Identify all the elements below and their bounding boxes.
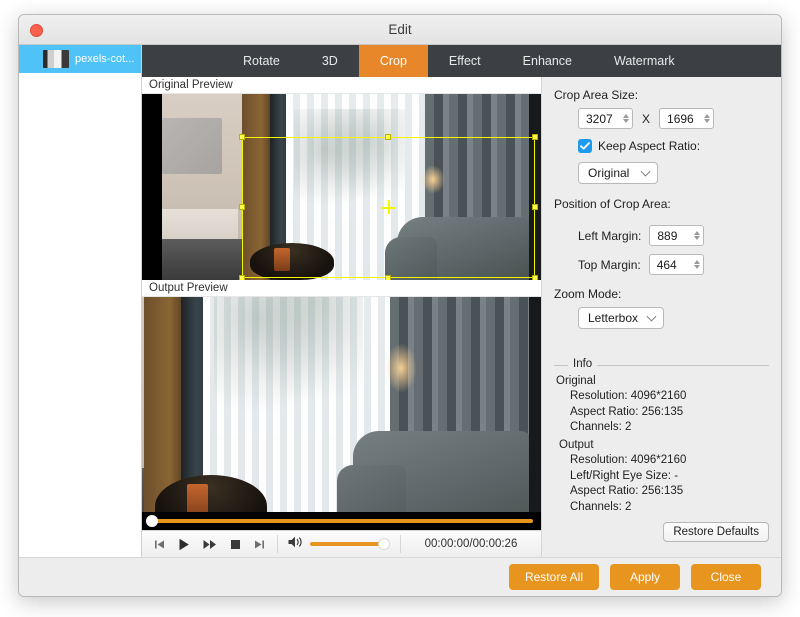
volume-control xyxy=(278,535,400,553)
crop-height-spinner[interactable] xyxy=(704,114,711,123)
top-margin-row: Top Margin: 464 xyxy=(578,254,769,275)
keep-aspect-ratio-row: Keep Aspect Ratio: xyxy=(578,139,769,153)
info-output-resolution: Resolution: 4096*2160 xyxy=(570,454,687,466)
preview-column: Original Preview Output Preview 00:00:00… xyxy=(142,77,542,557)
fast-forward-icon[interactable] xyxy=(203,539,217,550)
size-separator-label: X xyxy=(642,111,651,126)
stop-icon[interactable] xyxy=(230,539,241,550)
info-original-title: Original xyxy=(556,374,596,387)
crop-width-stepper[interactable]: 3207 xyxy=(578,108,633,129)
restore-all-button[interactable]: Restore All xyxy=(508,564,599,590)
volume-slider[interactable] xyxy=(310,538,390,550)
edit-tabbar: Rotate 3D Crop Effect Enhance Watermark xyxy=(142,45,781,77)
apply-button[interactable]: Apply xyxy=(610,564,680,590)
aspect-ratio-select[interactable]: Original xyxy=(578,162,658,184)
keep-aspect-ratio-checkbox[interactable] xyxy=(578,139,592,153)
tab-rotate[interactable]: Rotate xyxy=(222,45,301,77)
top-margin-stepper[interactable]: 464 xyxy=(648,254,704,275)
crop-width-value[interactable]: 3207 xyxy=(586,112,618,126)
skip-to-start-icon[interactable] xyxy=(154,539,165,550)
top-margin-spinner[interactable] xyxy=(693,260,700,269)
window-title: Edit xyxy=(388,22,412,37)
window-body: pexels-cot... Rotate 3D Crop Effect Enha… xyxy=(19,45,781,557)
time-display: 00:00:00/00:00:26 xyxy=(401,538,541,550)
main-area: Rotate 3D Crop Effect Enhance Watermark … xyxy=(142,45,781,557)
seek-bar[interactable] xyxy=(142,512,541,530)
crop-area-size-label: Crop Area Size: xyxy=(554,88,639,102)
position-of-crop-area-label: Position of Crop Area: xyxy=(554,197,671,211)
info-original-aspect-ratio: Aspect Ratio: 256:135 xyxy=(570,405,684,418)
info-output-title: Output xyxy=(559,438,594,451)
restore-defaults-row: Restore Defaults xyxy=(554,522,769,542)
seek-knob[interactable] xyxy=(146,515,158,527)
original-preview-image xyxy=(142,94,541,280)
left-margin-value[interactable]: 889 xyxy=(657,229,689,243)
volume-icon[interactable] xyxy=(288,535,303,553)
list-item[interactable]: pexels-cot... xyxy=(19,45,141,73)
aspect-ratio-value: Original xyxy=(588,166,630,180)
info-output-channels: Channels: 2 xyxy=(570,500,632,513)
output-preview-label: Output Preview xyxy=(142,280,541,297)
transport-bar: 00:00:00/00:00:26 xyxy=(142,530,541,557)
info-original-group: Original Resolution: 4096*2160 Aspect Ra… xyxy=(554,374,769,436)
output-preview-image xyxy=(142,297,541,530)
tab-effect[interactable]: Effect xyxy=(428,45,502,77)
video-thumbnail-icon xyxy=(43,50,69,68)
zoom-mode-row: Letterbox xyxy=(578,307,769,329)
crop-settings-panel: Crop Area Size: 3207 X 1696 Keep Aspect … xyxy=(542,77,781,557)
chevron-down-icon xyxy=(646,311,657,322)
info-output-aspect-ratio: Aspect Ratio: 256:135 xyxy=(570,485,684,497)
info-box: Info Original Resolution: 4096*2160 Aspe… xyxy=(554,357,769,552)
playback-buttons xyxy=(142,538,277,551)
aspect-ratio-row: Original xyxy=(578,162,769,184)
zoom-mode-select[interactable]: Letterbox xyxy=(578,307,664,329)
file-list-sidebar: pexels-cot... xyxy=(19,45,142,557)
window-titlebar: Edit xyxy=(19,15,781,45)
info-box-title: Info xyxy=(568,357,598,370)
zoom-mode-label: Zoom Mode: xyxy=(554,287,622,301)
left-margin-row: Left Margin: 889 xyxy=(578,225,769,246)
skip-to-end-icon[interactable] xyxy=(254,539,265,550)
crop-width-spinner[interactable] xyxy=(623,114,629,123)
crop-size-row: 3207 X 1696 xyxy=(578,108,769,129)
close-button[interactable]: Close xyxy=(691,564,761,590)
edit-window: Edit pexels-cot... Rotate 3D Crop Effect… xyxy=(18,14,782,597)
crop-height-value[interactable]: 1696 xyxy=(667,112,699,126)
time-label: 00:00:00/00:00:26 xyxy=(424,538,518,550)
chevron-down-icon xyxy=(640,166,651,177)
info-output-group: Output Resolution: 4096*2160 Left/Right … xyxy=(554,438,769,516)
crop-height-stepper[interactable]: 1696 xyxy=(659,108,715,129)
info-output-eye-size: Left/Right Eye Size: - xyxy=(570,469,679,482)
info-original-channels: Channels: 2 xyxy=(570,421,632,433)
play-icon[interactable] xyxy=(178,538,190,551)
original-preview-label: Original Preview xyxy=(142,77,541,94)
left-margin-label: Left Margin: xyxy=(578,228,642,243)
tab-enhance[interactable]: Enhance xyxy=(502,45,593,77)
dialog-footer: Restore All Apply Close xyxy=(19,557,781,596)
tab-content: Original Preview Output Preview 00:00:00… xyxy=(142,77,781,557)
left-margin-spinner[interactable] xyxy=(694,231,701,240)
top-margin-label: Top Margin: xyxy=(578,257,641,272)
left-margin-stepper[interactable]: 889 xyxy=(649,225,705,246)
tab-watermark[interactable]: Watermark xyxy=(593,45,696,77)
info-original-resolution: Resolution: 4096*2160 xyxy=(570,390,687,402)
tab-crop[interactable]: Crop xyxy=(358,45,428,77)
output-preview-stage[interactable] xyxy=(142,297,541,530)
original-preview-stage[interactable] xyxy=(142,94,541,280)
keep-aspect-ratio-label: Keep Aspect Ratio: xyxy=(598,139,701,153)
tab-3d[interactable]: 3D xyxy=(301,45,359,77)
volume-knob[interactable] xyxy=(378,538,390,550)
file-name-label: pexels-cot... xyxy=(75,53,135,65)
restore-defaults-button[interactable]: Restore Defaults xyxy=(663,522,769,542)
seek-track[interactable] xyxy=(155,519,533,523)
top-margin-value[interactable]: 464 xyxy=(657,258,689,272)
zoom-mode-value: Letterbox xyxy=(588,311,639,325)
